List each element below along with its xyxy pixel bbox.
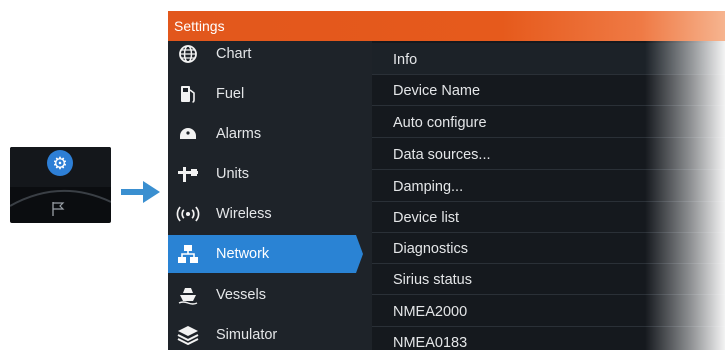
list-item-device-name[interactable]: Device Name bbox=[372, 74, 725, 106]
alarm-icon bbox=[176, 122, 200, 146]
sidebar-item-label: Chart bbox=[216, 46, 252, 62]
list-item-nmea0183[interactable]: NMEA0183 bbox=[372, 326, 725, 350]
list-item-info[interactable]: Info bbox=[372, 43, 725, 75]
list-item-auto-configure[interactable]: Auto configure bbox=[372, 106, 725, 138]
list-item-data-sources[interactable]: Data sources... bbox=[372, 138, 725, 170]
globe-icon bbox=[176, 42, 200, 66]
sidebar-item-simulator[interactable]: Simulator bbox=[168, 316, 372, 350]
list-item-label: Sirius status bbox=[393, 272, 472, 288]
list-item-label: Damping... bbox=[393, 179, 464, 195]
sidebar-item-alarms[interactable]: Alarms bbox=[168, 115, 372, 153]
sidebar-item-label: Alarms bbox=[216, 126, 262, 142]
right-arrow-icon bbox=[121, 181, 160, 203]
sidebar-item-wireless[interactable]: Wireless bbox=[168, 195, 372, 233]
sidebar-item-chart[interactable]: Chart bbox=[168, 35, 372, 73]
sidebar-item-label: Units bbox=[216, 166, 250, 182]
sidebar-item-network[interactable]: Network bbox=[168, 235, 363, 273]
list-item-label: NMEA0183 bbox=[393, 335, 468, 350]
sidebar-item-label: Network bbox=[216, 246, 270, 262]
list-item-diagnostics[interactable]: Diagnostics bbox=[372, 232, 725, 264]
list-item-label: NMEA2000 bbox=[393, 304, 468, 320]
sidebar-item-label: Simulator bbox=[216, 327, 278, 343]
list-item-label: Device list bbox=[393, 210, 460, 226]
list-item-nmea2000[interactable]: NMEA2000 bbox=[372, 295, 725, 327]
list-item-sirius-status[interactable]: Sirius status bbox=[372, 263, 725, 295]
network-settings-list: Info Device Name Auto configure Data sou… bbox=[372, 41, 725, 350]
units-icon bbox=[176, 162, 200, 186]
vessel-icon bbox=[176, 283, 200, 307]
sidebar-item-label: Fuel bbox=[216, 86, 245, 102]
settings-gear-icon[interactable]: ⚙ bbox=[47, 150, 73, 176]
settings-window: Settings Chart Fuel Alarms Units Wireles… bbox=[168, 11, 725, 350]
window-title: Settings bbox=[174, 18, 225, 34]
sidebar-item-label: Wireless bbox=[216, 206, 272, 222]
sidebar-item-label: Vessels bbox=[216, 287, 266, 303]
list-item-label: Data sources... bbox=[393, 147, 491, 163]
list-item-label: Info bbox=[393, 52, 418, 68]
waypoint-flag-icon bbox=[52, 202, 65, 216]
sidebar-item-units[interactable]: Units bbox=[168, 155, 372, 193]
list-item-label: Auto configure bbox=[393, 115, 487, 131]
network-icon bbox=[176, 242, 200, 266]
list-item-damping[interactable]: Damping... bbox=[372, 170, 725, 202]
wireless-icon bbox=[176, 202, 200, 226]
list-item-label: Device Name bbox=[393, 83, 481, 99]
fuel-pump-icon bbox=[176, 82, 200, 106]
list-item-label: Diagnostics bbox=[393, 241, 468, 257]
simulator-icon bbox=[176, 323, 200, 347]
sidebar-item-fuel[interactable]: Fuel bbox=[168, 75, 372, 113]
settings-sidebar: Chart Fuel Alarms Units Wireless Network… bbox=[168, 41, 372, 350]
sidebar-item-vessels[interactable]: Vessels bbox=[168, 276, 372, 314]
list-item-device-list[interactable]: Device list bbox=[372, 201, 725, 233]
